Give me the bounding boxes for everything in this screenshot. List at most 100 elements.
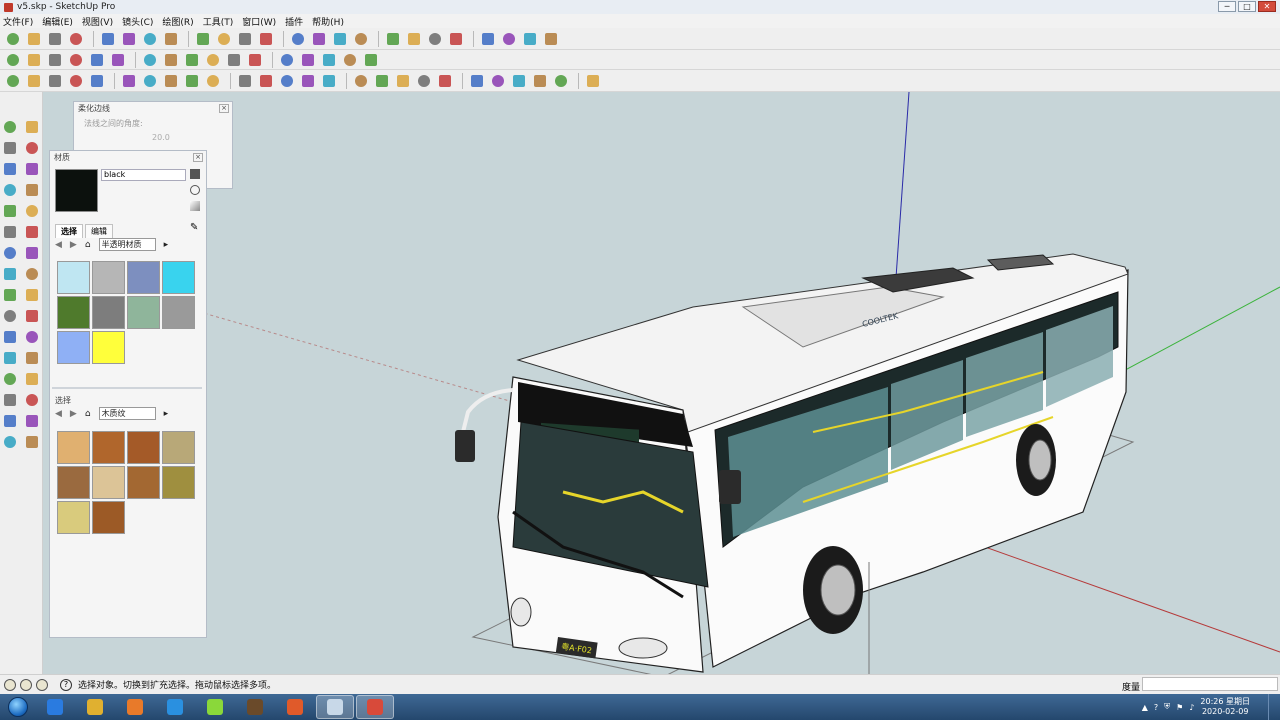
line-icon[interactable] [23, 160, 41, 178]
sketchup2-task-icon[interactable] [356, 695, 394, 719]
link5-icon[interactable] [162, 51, 180, 69]
material-swatch-2[interactable] [92, 261, 125, 294]
material-swatch-1[interactable] [57, 261, 90, 294]
wood-swatch-10[interactable] [92, 501, 125, 534]
bag-icon[interactable] [352, 30, 370, 48]
wood-swatch-4[interactable] [162, 431, 195, 464]
arc-icon[interactable] [23, 181, 41, 199]
follow-me-icon[interactable] [299, 72, 317, 90]
paint-icon[interactable] [162, 30, 180, 48]
broom-icon[interactable] [310, 30, 328, 48]
rectangle-icon[interactable] [1, 160, 19, 178]
pan-icon[interactable] [23, 349, 41, 367]
explorer-icon[interactable] [76, 695, 114, 719]
eraser-icon[interactable] [183, 72, 201, 90]
details-arrow-icon[interactable]: ▸ [164, 240, 169, 250]
section-icon[interactable] [23, 433, 41, 451]
protractor-icon[interactable] [1, 307, 19, 325]
wood-swatch-6[interactable] [92, 466, 125, 499]
flip-icon[interactable] [479, 30, 497, 48]
warehouse-icon[interactable] [4, 72, 22, 90]
tray-flag-icon[interactable]: ⚑ [1176, 703, 1183, 712]
menu-window[interactable]: 窗口(W) [242, 15, 276, 28]
tab-edit[interactable]: 编辑 [85, 224, 113, 238]
scale-icon[interactable] [1, 265, 19, 283]
minimize-button[interactable]: ─ [1218, 1, 1236, 12]
wood-swatch-3[interactable] [127, 431, 160, 464]
select-icon[interactable] [1, 118, 19, 136]
current-material-swatch[interactable] [55, 169, 98, 212]
material-swatch-4[interactable] [162, 261, 195, 294]
sketchup-task-icon[interactable] [316, 695, 354, 719]
polygon-icon[interactable] [1, 202, 19, 220]
y-axis-icon[interactable] [257, 30, 275, 48]
material-swatch-3[interactable] [127, 261, 160, 294]
show-desktop-button[interactable] [1268, 694, 1280, 720]
move-icon[interactable] [447, 30, 465, 48]
tag-icon[interactable] [341, 51, 359, 69]
sample-paint-icon[interactable] [190, 185, 200, 195]
sketchup-logo-icon[interactable] [4, 30, 22, 48]
model-icon[interactable] [25, 72, 43, 90]
menu-tools[interactable]: 工具(T) [203, 15, 234, 28]
film-icon[interactable] [236, 695, 274, 719]
library-select-bottom[interactable]: 木质纹 [98, 407, 156, 420]
camera3-icon[interactable] [468, 72, 486, 90]
link9-icon[interactable] [246, 51, 264, 69]
material-swatch-6[interactable] [92, 296, 125, 329]
dimension-icon[interactable] [23, 286, 41, 304]
rotate-tool-icon[interactable] [278, 72, 296, 90]
photo-icon[interactable] [584, 72, 602, 90]
push-pull-icon[interactable] [236, 72, 254, 90]
3dtext-icon[interactable] [23, 328, 41, 346]
move-tool-icon[interactable] [257, 72, 275, 90]
eraser-icon[interactable] [23, 118, 41, 136]
link6-icon[interactable] [183, 51, 201, 69]
app360-icon[interactable] [196, 695, 234, 719]
maximize-button[interactable]: □ [1238, 1, 1256, 12]
previous-icon[interactable] [23, 391, 41, 409]
link8-icon[interactable] [225, 51, 243, 69]
wood-swatch-7[interactable] [127, 466, 160, 499]
globe-icon[interactable] [510, 72, 528, 90]
help-icon[interactable]: ? [60, 678, 72, 691]
tab-select[interactable]: 选择 [55, 224, 83, 238]
freehand-icon[interactable] [23, 202, 41, 220]
zoom-icon[interactable] [1, 370, 19, 388]
library-select-top[interactable]: 半透明材质 [98, 238, 156, 251]
pushpull-icon[interactable] [23, 223, 41, 241]
tray-help-icon[interactable]: ? [1154, 703, 1158, 712]
link7-icon[interactable] [204, 51, 222, 69]
link3-icon[interactable] [109, 51, 127, 69]
snowflake-icon[interactable] [215, 30, 233, 48]
page-icon[interactable] [542, 30, 560, 48]
menu-help[interactable]: 帮助(H) [312, 15, 344, 28]
forward-arrow-2-icon[interactable]: ▶ [70, 409, 77, 419]
zoom-extents-icon[interactable] [394, 72, 412, 90]
back-arrow-2-icon[interactable]: ◀ [55, 409, 62, 419]
wood-swatch-9[interactable] [57, 501, 90, 534]
media-icon[interactable] [116, 695, 154, 719]
wood-swatch-5[interactable] [57, 466, 90, 499]
orbit-icon[interactable] [1, 349, 19, 367]
link10-icon[interactable] [278, 51, 296, 69]
default-material-icon[interactable] [190, 201, 200, 211]
home-icon[interactable]: ⌂ [85, 240, 91, 250]
align-icon[interactable] [384, 30, 402, 48]
camera1-icon[interactable] [415, 72, 433, 90]
rotate-left-icon[interactable] [500, 30, 518, 48]
chain-icon[interactable] [320, 51, 338, 69]
circle-icon[interactable] [141, 72, 159, 90]
user-icon[interactable] [36, 678, 48, 691]
arrows-icon[interactable] [426, 30, 444, 48]
hand-icon[interactable] [331, 30, 349, 48]
model-info-icon[interactable] [4, 51, 22, 69]
circle-icon[interactable] [1, 181, 19, 199]
material-swatch-7[interactable] [127, 296, 160, 329]
back-arrow-icon[interactable]: ◀ [55, 240, 62, 250]
menu-file[interactable]: 文件(F) [3, 15, 33, 28]
material-name-field[interactable]: black [101, 169, 186, 181]
walk-icon[interactable] [489, 72, 507, 90]
offset-icon[interactable] [23, 265, 41, 283]
link2-icon[interactable] [88, 51, 106, 69]
